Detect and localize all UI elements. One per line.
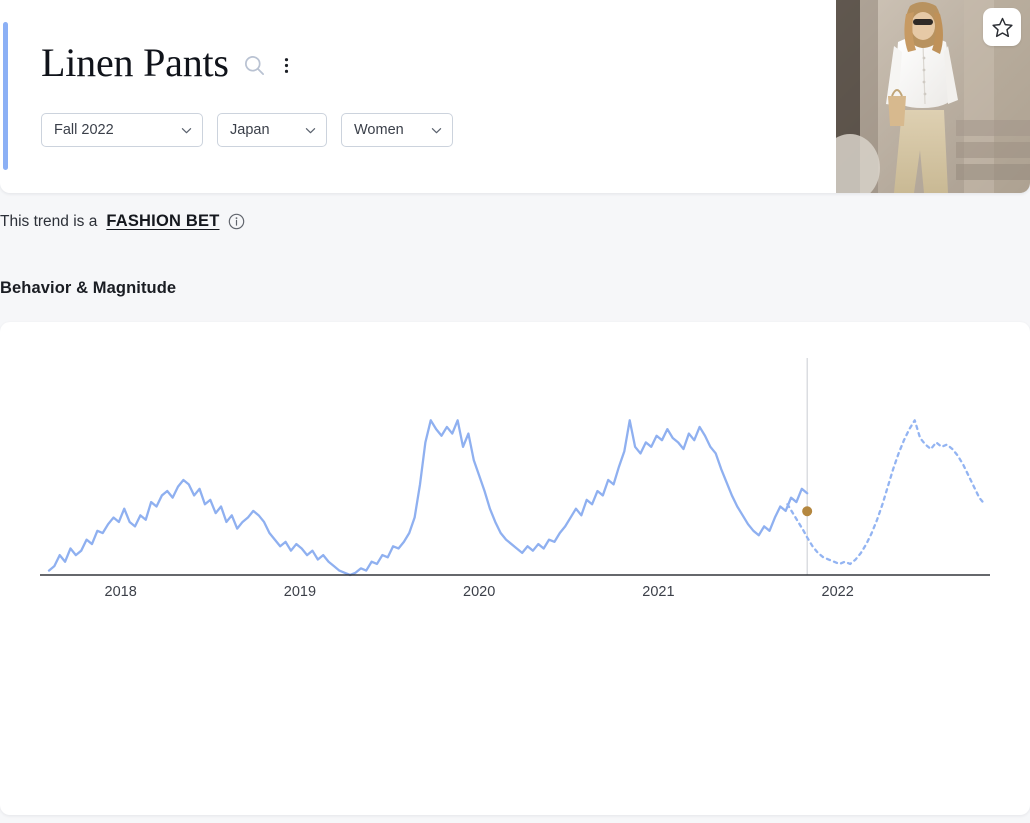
gender-dropdown-value: Women xyxy=(354,122,404,138)
chevron-down-icon xyxy=(181,127,192,133)
season-dropdown-value: Fall 2022 xyxy=(54,122,114,138)
trend-header-card: Linen Pants Fall 2022 Japan Women xyxy=(0,0,1030,193)
season-dropdown[interactable]: Fall 2022 xyxy=(41,113,203,147)
chevron-down-icon xyxy=(305,127,316,133)
svg-text:2019: 2019 xyxy=(284,584,316,600)
favorite-button[interactable] xyxy=(983,8,1021,46)
accent-bar xyxy=(3,22,8,170)
behavior-magnitude-card: 20182019202020212022 Today The magnitude… xyxy=(0,322,1030,815)
gender-dropdown[interactable]: Women xyxy=(341,113,453,147)
trend-detail-page: Linen Pants Fall 2022 Japan Women This t… xyxy=(0,0,1030,823)
title-row: Linen Pants xyxy=(41,43,289,83)
svg-text:2022: 2022 xyxy=(822,584,854,600)
svg-text:2018: 2018 xyxy=(105,584,137,600)
page-title: Linen Pants xyxy=(41,40,229,85)
bet-value-label[interactable]: FASHION BET xyxy=(106,212,219,231)
market-dropdown-value: Japan xyxy=(230,122,270,138)
market-dropdown[interactable]: Japan xyxy=(217,113,327,147)
trend-bet-line: This trend is a FASHION BET xyxy=(0,212,245,231)
star-outline-icon xyxy=(991,17,1013,37)
info-circle-icon[interactable] xyxy=(228,213,245,230)
trend-hero-image xyxy=(836,0,1030,193)
bet-prefix-label: This trend is a xyxy=(0,212,98,230)
svg-text:2020: 2020 xyxy=(463,584,495,600)
trend-chart-svg: 2018 2019 2020 2021 2022 xyxy=(40,358,990,600)
svg-text:2021: 2021 xyxy=(642,584,674,600)
trend-chart[interactable]: 2018 2019 2020 2021 2022 xyxy=(0,322,1030,607)
kebab-menu-icon[interactable] xyxy=(284,54,289,77)
chevron-down-icon xyxy=(431,127,442,133)
search-icon[interactable] xyxy=(243,54,266,77)
filter-row: Fall 2022 Japan Women xyxy=(41,113,453,147)
section-title-behavior-magnitude: Behavior & Magnitude xyxy=(0,279,177,297)
